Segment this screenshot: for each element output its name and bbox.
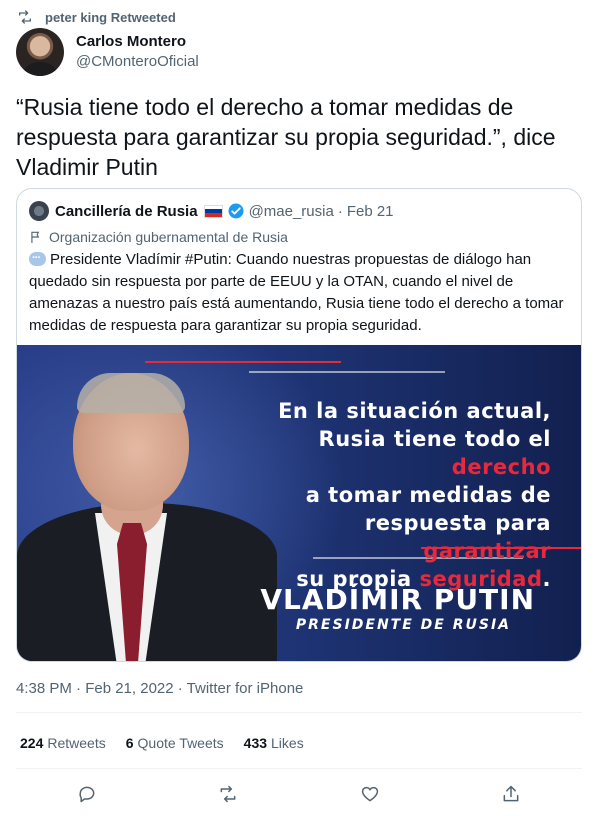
image-signature-name: VLADÍMIR PUTIN <box>260 583 535 616</box>
verified-badge-icon <box>227 202 245 220</box>
retweet-context[interactable]: peter king Retweeted <box>17 8 176 26</box>
retweet-icon[interactable] <box>212 778 244 810</box>
flag-icon <box>29 230 43 244</box>
image-quote-line-3: a tomar medidas de <box>305 483 551 507</box>
image-quote: En la situación actual, Rusia tiene todo… <box>231 397 551 593</box>
image-quote-line-1: En la situación actual, <box>278 399 551 423</box>
retweet-icon <box>17 9 33 25</box>
quoted-image[interactable]: En la situación actual, Rusia tiene todo… <box>17 345 581 661</box>
retweets-stat[interactable]: 224 Retweets <box>20 735 106 751</box>
likes-stat[interactable]: 433 Likes <box>244 735 304 751</box>
tweet-author[interactable]: Carlos Montero @CMonteroOficial <box>16 28 199 76</box>
quoted-author-name: Cancillería de Rusia <box>55 202 198 220</box>
divider <box>16 768 582 769</box>
decor-line-red-top <box>145 361 341 363</box>
divider <box>16 712 582 713</box>
government-label[interactable]: Organización gubernamental de Rusia <box>29 227 288 247</box>
quoted-author-handle: @mae_rusia <box>248 202 334 220</box>
image-quote-line-4: respuesta para garantizar <box>364 511 551 563</box>
quoted-tweet[interactable]: Cancillería de Rusia @mae_rusia · Feb 21… <box>16 188 582 662</box>
quote-tweets-stat[interactable]: 6 Quote Tweets <box>126 735 224 751</box>
image-quote-line-2: Rusia tiene todo el derecho <box>318 427 551 479</box>
russia-flag-icon <box>203 204 223 218</box>
like-icon[interactable] <box>354 778 386 810</box>
speech-bubble-icon <box>29 247 46 269</box>
action-bar <box>16 778 582 810</box>
quoted-avatar <box>29 201 49 221</box>
decor-line-white-top <box>249 371 445 373</box>
quoted-text: Presidente Vladímir #Putin: Cuando nuest… <box>29 247 569 337</box>
image-signature-title: PRESIDENTE DE RUSIA <box>295 617 511 633</box>
author-name[interactable]: Carlos Montero <box>76 32 199 52</box>
author-handle[interactable]: @CMonteroOficial <box>76 52 199 72</box>
separator-dot: · <box>337 202 343 220</box>
avatar[interactable] <box>16 28 64 76</box>
share-icon[interactable] <box>495 778 527 810</box>
quoted-tweet-header: Cancillería de Rusia @mae_rusia · Feb 21 <box>29 201 394 221</box>
government-label-text: Organización gubernamental de Rusia <box>49 229 288 245</box>
retweet-context-text: peter king Retweeted <box>45 9 176 25</box>
quoted-text-body: Presidente Vladímir #Putin: Cuando nuest… <box>29 251 564 334</box>
quoted-date: Feb 21 <box>346 202 394 220</box>
tweet-stats: 224 Retweets 6 Quote Tweets 433 Likes <box>20 732 324 754</box>
tweet-text: “Rusia tiene todo el derecho a tomar med… <box>16 94 556 180</box>
tweet-meta[interactable]: 4:38 PM · Feb 21, 2022 · Twitter for iPh… <box>16 679 303 699</box>
reply-icon[interactable] <box>71 778 103 810</box>
